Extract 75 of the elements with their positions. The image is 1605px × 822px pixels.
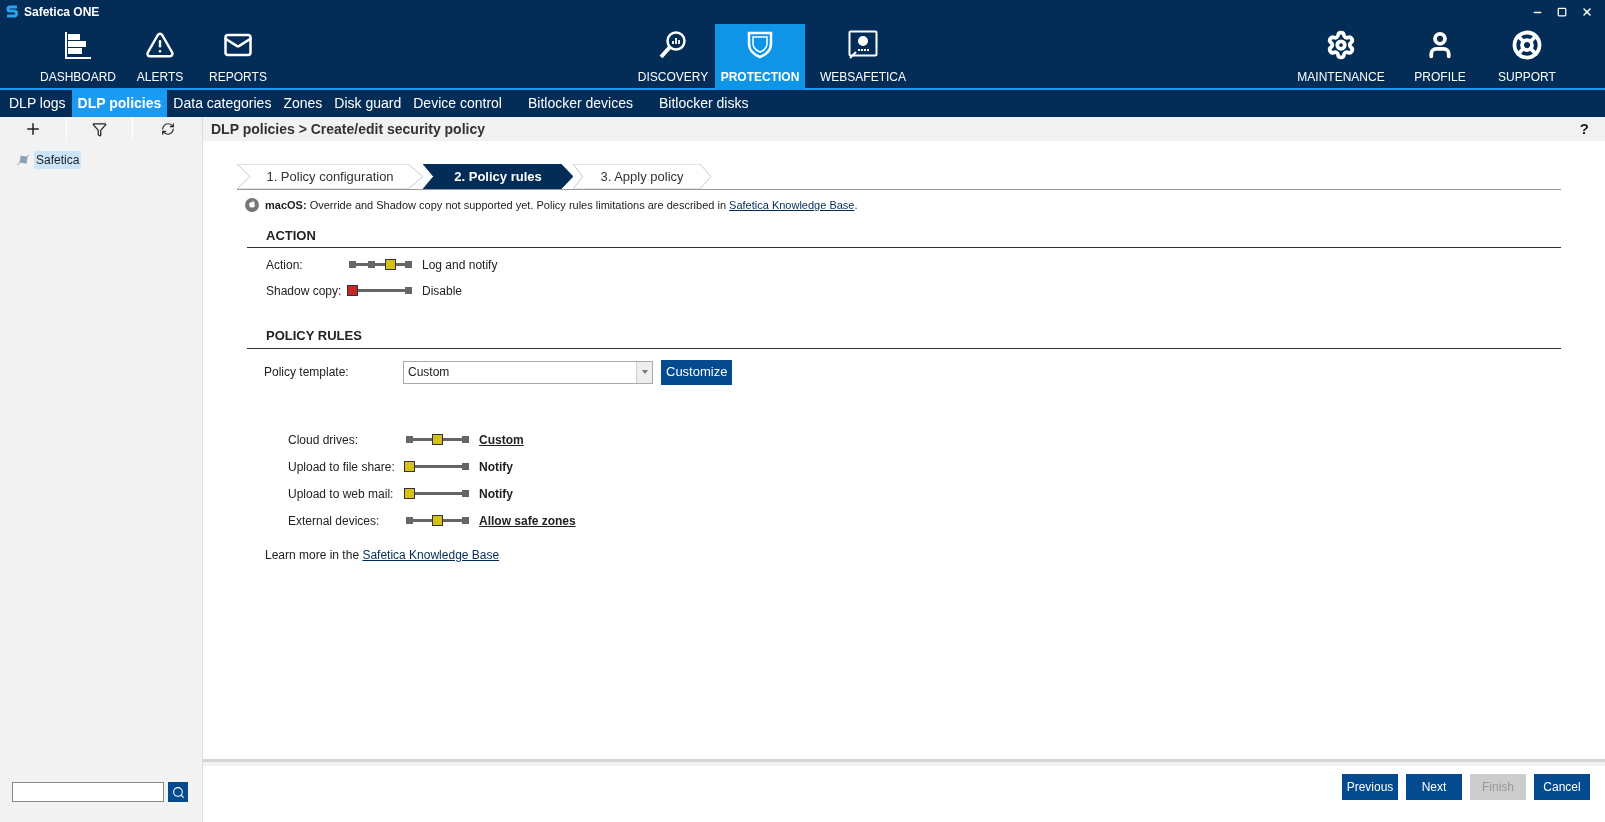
network-node-icon <box>16 154 30 166</box>
magnifier-icon <box>658 30 688 60</box>
wizard-button[interactable]: Next <box>1406 774 1462 800</box>
nav-tab[interactable]: SUPPORT <box>1489 24 1565 90</box>
search-icon <box>171 785 185 799</box>
setting-label: Policy template: <box>264 364 350 381</box>
rule-label: Cloud drives: <box>288 431 360 449</box>
setting-label: Shadow copy: <box>266 282 343 300</box>
settings-icon <box>1326 30 1356 60</box>
slider-thumb[interactable] <box>404 488 415 499</box>
search-field[interactable] <box>12 782 164 802</box>
sub-nav-tab[interactable]: Zones <box>277 90 329 117</box>
section-heading: POLICY RULES <box>247 326 1561 349</box>
sub-nav-tab[interactable]: Bitlocker disks <box>653 90 755 117</box>
nav-tab[interactable]: MAINTENANCE <box>1291 24 1391 90</box>
rule-value: Notify <box>479 485 513 503</box>
shield-icon <box>745 30 775 60</box>
slider-thumb[interactable] <box>384 259 396 270</box>
sub-nav-tab[interactable]: DLP logs <box>3 90 72 117</box>
dropdown-caret-icon <box>641 370 648 374</box>
customize-button[interactable]: Customize <box>661 359 733 385</box>
app-logo-icon <box>6 5 18 19</box>
apple-icon <box>245 198 259 213</box>
sub-nav-tab[interactable]: Data categories <box>167 90 278 117</box>
setting-label: Action: <box>266 256 304 274</box>
bar-chart-icon <box>63 30 93 60</box>
refresh-icon <box>160 122 175 136</box>
slider-track[interactable] <box>347 259 414 270</box>
rule-label: External devices: <box>288 512 381 530</box>
slider-track[interactable] <box>404 488 471 499</box>
nav-tab[interactable]: PROFILE <box>1405 24 1475 90</box>
filter-icon <box>92 121 107 137</box>
slider-track[interactable] <box>347 285 414 296</box>
rule-value[interactable]: Allow safe zones <box>479 511 576 530</box>
rule-label: Upload to web mail: <box>288 485 395 503</box>
breadcrumb: DLP policies > Create/edit security policy <box>211 119 485 139</box>
browser-window-icon <box>848 30 878 60</box>
notice-text: macOS: Override and Shadow copy not supported yet. Policy rules limitations are described in Safetica Knowledge Base. <box>265 198 858 213</box>
slider-thumb[interactable] <box>432 434 443 445</box>
rule-value[interactable]: Custom <box>479 430 524 449</box>
maximize-icon[interactable] <box>1557 7 1567 17</box>
warning-icon <box>145 30 175 60</box>
wizard-button[interactable]: Cancel <box>1534 774 1590 800</box>
search-button[interactable] <box>168 782 188 802</box>
template-dropdown[interactable]: Custom <box>403 360 653 384</box>
lifebuoy-icon <box>1512 30 1542 60</box>
sub-nav-tab[interactable]: Bitlocker devices <box>521 90 639 117</box>
nav-tab[interactable]: REPORTS <box>200 24 276 90</box>
close-icon[interactable] <box>1581 6 1593 18</box>
window-title: Safetica ONE <box>24 4 100 21</box>
wizard-button[interactable]: Previous <box>1342 774 1398 800</box>
setting-value: Disable <box>422 282 463 300</box>
slider-track[interactable] <box>404 461 471 472</box>
slider-track[interactable] <box>404 515 471 526</box>
sub-nav-tab[interactable]: Device control <box>407 90 508 117</box>
section-heading: ACTION <box>247 225 1561 248</box>
knowledge-base-link[interactable]: Safetica Knowledge Base <box>362 547 500 562</box>
learn-more-text: Learn more in the Safetica Knowledge Base <box>265 546 501 564</box>
nav-tab[interactable]: DISCOVERY <box>631 24 715 90</box>
nav-tab[interactable]: WEBSAFETICA <box>805 24 921 90</box>
slider-thumb[interactable] <box>404 461 415 472</box>
wizard-step[interactable]: 3. Apply policy <box>573 164 711 189</box>
sub-nav-tab[interactable]: Disk guard <box>328 90 408 117</box>
tree-item[interactable]: Safetica <box>34 151 82 169</box>
slider-track[interactable] <box>404 434 471 445</box>
slider-thumb[interactable] <box>432 515 443 526</box>
help-button[interactable]: ? <box>1579 117 1589 141</box>
nav-tab[interactable]: DASHBOARD <box>36 24 120 90</box>
slider-thumb[interactable] <box>347 285 358 296</box>
wizard-step[interactable]: 2. Policy rules <box>423 164 573 189</box>
rule-label: Upload to file share: <box>288 458 396 476</box>
setting-value: Log and notify <box>422 256 498 274</box>
wizard-step[interactable]: 1. Policy configuration <box>237 164 423 189</box>
nav-tab[interactable]: ALERTS <box>130 24 190 90</box>
rule-value: Notify <box>479 458 513 476</box>
